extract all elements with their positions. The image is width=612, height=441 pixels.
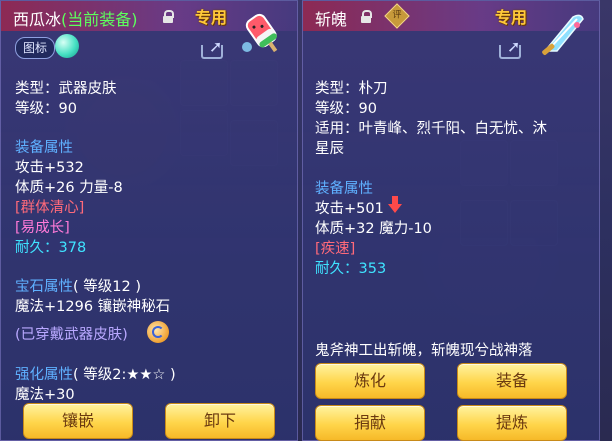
suitable-line: 适用：叶青峰、烈千阳、白无忧、沐 bbox=[315, 121, 547, 137]
down-arrow-icon bbox=[388, 196, 402, 213]
teal-orb-icon[interactable] bbox=[55, 34, 79, 58]
extract-button[interactable]: 提炼 bbox=[457, 405, 567, 441]
level-line: 等级：90 bbox=[15, 101, 77, 117]
type-line: 类型：武器皮肤 bbox=[15, 81, 117, 97]
body-line: 体质+26 力量-8 bbox=[15, 180, 123, 196]
equipped-item-panel: 西瓜冰(当前装备) 专用 图标 ➚ 类型：武器皮肤 等级：90 装备属性 攻击+… bbox=[0, 0, 298, 441]
gem-attr-header: 宝石属性 bbox=[15, 279, 73, 295]
enhance-attr-header: 强化属性 bbox=[15, 367, 73, 383]
share-icon[interactable]: ➚ bbox=[201, 37, 225, 59]
attack-line: 攻击+501 bbox=[315, 201, 384, 217]
item-name: 西瓜冰 bbox=[13, 10, 62, 29]
level-line: 等级：90 bbox=[315, 101, 377, 117]
gem-level: ( 等级12 ) bbox=[73, 279, 141, 295]
watermelon-ice-icon bbox=[242, 13, 278, 53]
blade-weapon-icon bbox=[542, 14, 584, 55]
enhance-attr-line: 强化属性( 等级2:★★☆ ) bbox=[15, 363, 176, 384]
durability-value: 378 bbox=[58, 240, 87, 256]
worn-note: (已穿戴武器皮肤) bbox=[15, 327, 128, 343]
equip-button[interactable]: 装备 bbox=[457, 363, 567, 399]
gem-line: 魔法+1296 镶嵌神秘石 bbox=[15, 299, 171, 315]
suitable-line-cont: 星辰 bbox=[315, 141, 344, 157]
unequip-button[interactable]: 卸下 bbox=[165, 403, 275, 439]
icon-toggle-button[interactable]: 图标 bbox=[15, 37, 55, 59]
candidate-item-panel: 斩魄 专用 ➚ 类型：朴刀 等级：90 适用：叶青峰、烈千阳、白无忧、沐 星辰 … bbox=[302, 0, 600, 441]
lock-icon[interactable] bbox=[361, 10, 372, 23]
seal-text: 评 bbox=[392, 10, 402, 21]
equip-attr-header: 装备属性 bbox=[15, 140, 73, 156]
type-line: 类型：朴刀 bbox=[315, 81, 388, 97]
durability-label: 耐久： bbox=[15, 240, 59, 256]
item-name: 斩魄 bbox=[315, 10, 348, 29]
skill-line: [群体清心] bbox=[15, 200, 85, 216]
donate-button[interactable]: 捐献 bbox=[315, 405, 425, 441]
skill-line: [疾速] bbox=[315, 241, 356, 257]
equip-status: (当前装备) bbox=[61, 10, 138, 29]
magic-line: 魔法+30 bbox=[15, 387, 75, 403]
inlay-button[interactable]: 镶嵌 bbox=[23, 403, 133, 439]
flavor-text: 鬼斧神工出斩魄，斩魄现兮战神落 bbox=[315, 343, 533, 359]
durability-line: 耐久：378 bbox=[15, 236, 86, 257]
durability-line: 耐久：353 bbox=[315, 257, 386, 278]
equip-attr-header: 装备属性 bbox=[315, 181, 373, 197]
gem-attr-line: 宝石属性( 等级12 ) bbox=[15, 275, 141, 296]
enhance-level: ( 等级2:★★☆ ) bbox=[73, 367, 176, 383]
attack-line: 攻击+532 bbox=[15, 160, 84, 176]
body-line: 体质+32 魔力-10 bbox=[315, 221, 432, 237]
refresh-icon[interactable] bbox=[147, 321, 169, 343]
refine-button[interactable]: 炼化 bbox=[315, 363, 425, 399]
exclusive-tag: 专用 bbox=[495, 8, 528, 27]
share-icon[interactable]: ➚ bbox=[499, 37, 523, 59]
item-title: 西瓜冰(当前装备) bbox=[13, 6, 138, 30]
lock-icon[interactable] bbox=[163, 10, 174, 23]
durability-label: 耐久： bbox=[315, 261, 359, 277]
exclusive-tag: 专用 bbox=[195, 8, 228, 27]
durability-value: 353 bbox=[358, 261, 387, 277]
skill-line: [易成长] bbox=[15, 220, 70, 236]
